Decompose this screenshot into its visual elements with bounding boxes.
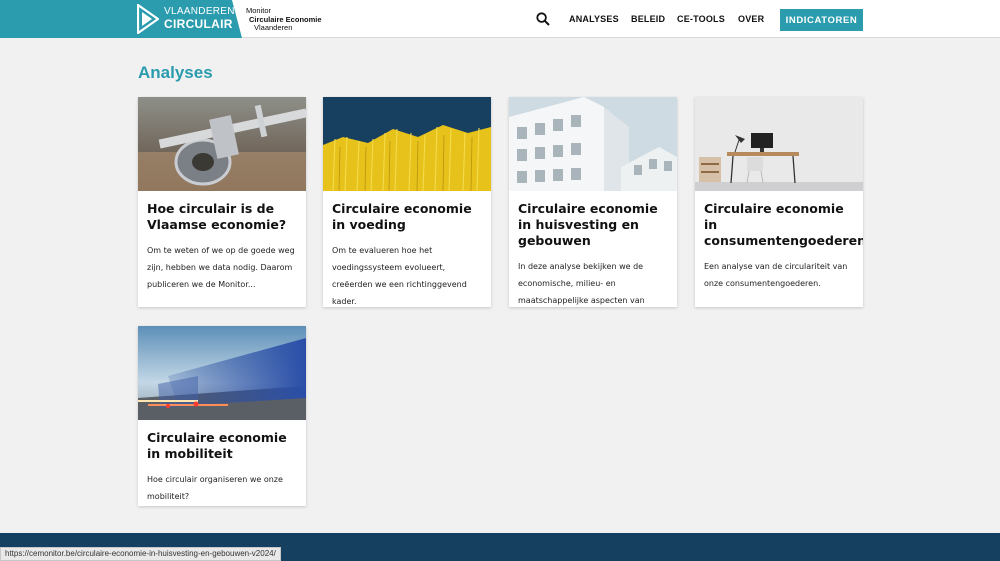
nav-beleid[interactable]: BELEID — [631, 14, 665, 24]
card-description: Een analyse van de circulariteit van onz… — [704, 262, 848, 288]
analysis-card-mobiliteit[interactable]: Circulaire economie in mobiliteit Hoe ci… — [138, 326, 306, 506]
monitor-label[interactable]: Monitor Circulaire Economie Vlaanderen — [246, 6, 322, 33]
status-bar-url: https://cemonitor.be/circulaire-economie… — [0, 547, 281, 561]
page-title: Analyses — [138, 63, 213, 82]
card-image-truck — [138, 326, 306, 420]
card-title: Circulaire economie in consumentengoeder… — [704, 201, 863, 248]
card-description: In deze analyse bekijken we de economisc… — [518, 262, 645, 305]
card-description: Hoe circulair organiseren we onze mobili… — [147, 475, 283, 501]
logo-icon[interactable] — [137, 4, 159, 34]
card-title: Circulaire economie in voeding — [332, 201, 472, 232]
card-title: Hoe circulair is de Vlaamse economie? — [147, 201, 287, 232]
card-title: Circulaire economie in huisvesting en ge… — [518, 201, 658, 248]
analysis-card-huisvesting[interactable]: Circulaire economie in huisvesting en ge… — [509, 97, 677, 307]
nav-ce-tools[interactable]: CE-TOOLS — [677, 14, 725, 24]
card-description: Om te weten of we op de goede weg zijn, … — [147, 246, 295, 289]
search-icon[interactable] — [536, 12, 550, 26]
site-header: VLAANDEREN CIRCULAIR Monitor Circulaire … — [0, 0, 1000, 38]
logo-line-2: CIRCULAIR — [164, 17, 233, 31]
nav-analyses[interactable]: ANALYSES — [569, 14, 619, 24]
card-image-pasta — [323, 97, 491, 191]
analysis-card-vlaamse-economie[interactable]: Hoe circulair is de Vlaamse economie? Om… — [138, 97, 306, 307]
analysis-card-consumentengoederen[interactable]: Circulaire economie in consumentengoeder… — [695, 97, 863, 307]
monitor-line-3: Vlaanderen — [254, 23, 293, 32]
card-image-building — [509, 97, 677, 191]
card-image-desk — [695, 97, 863, 191]
card-title: Circulaire economie in mobiliteit — [147, 430, 287, 461]
analysis-card-voeding[interactable]: Circulaire economie in voeding Om te eva… — [323, 97, 491, 307]
nav-over[interactable]: OVER — [738, 14, 764, 24]
card-description: Om te evalueren hoe het voedingssysteem … — [332, 246, 467, 306]
indicatoren-button[interactable]: INDICATOREN — [780, 9, 863, 31]
card-image-caliper — [138, 97, 306, 191]
logo-wordmark[interactable]: VLAANDEREN CIRCULAIR — [164, 6, 235, 30]
